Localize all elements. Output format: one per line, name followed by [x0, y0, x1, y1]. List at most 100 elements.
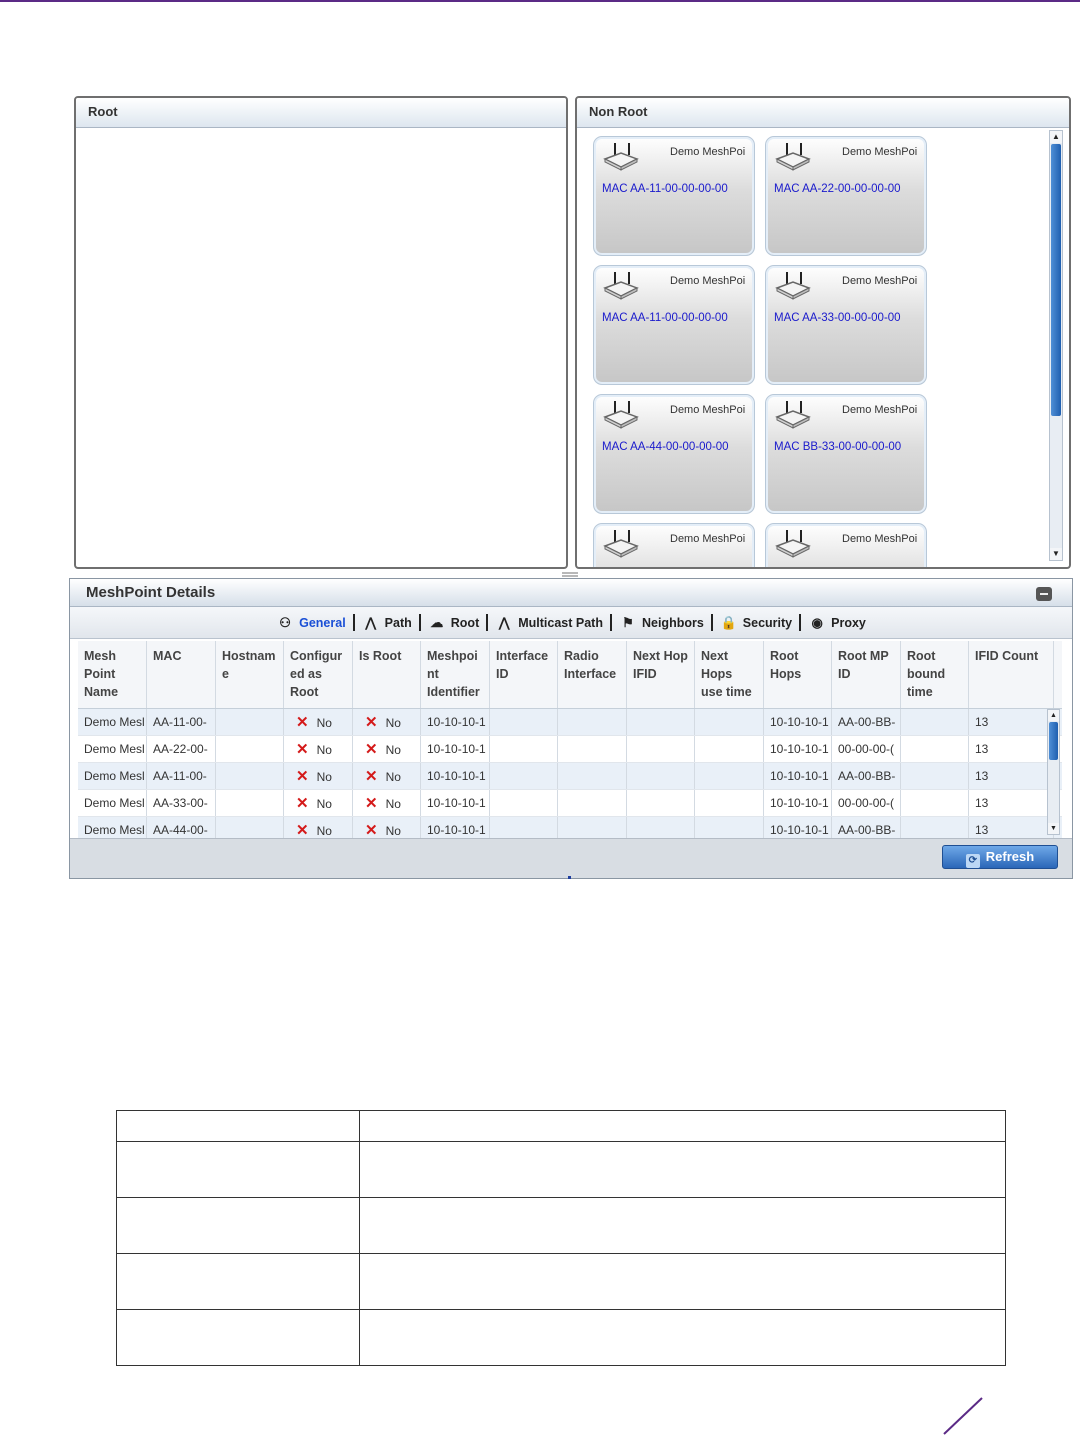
grid-scrollbar[interactable]: ▲ ▼ [1047, 709, 1060, 835]
table-cell: 10-10-10-1 [764, 790, 832, 816]
meshpoint-name: Demo MeshPoi [842, 275, 918, 287]
scroll-up-arrow-icon[interactable]: ▲ [1050, 131, 1062, 143]
table-row[interactable]: Demo Mesl AA-11-00- ✕ No ✕ No 10-10-10-1 10-10-… [78, 763, 1062, 790]
meshpoint-tile[interactable]: Demo MeshPoi [593, 523, 755, 567]
table-cell: 00-00-00-( [832, 736, 901, 762]
tab-general[interactable]: ⚇ General [271, 614, 351, 632]
x-mark-icon: ✕ [365, 741, 378, 758]
grid-scroll-up-icon[interactable]: ▲ [1048, 710, 1059, 721]
tab-label: Root [450, 615, 480, 630]
table-cell [359, 1309, 1006, 1366]
meshpoint-name: Demo MeshPoi [842, 146, 918, 158]
tab-label: General [299, 615, 346, 630]
table-cell [359, 1110, 1006, 1142]
meshpoint-tile[interactable]: Demo MeshPoi [765, 523, 927, 567]
root-icon: ☁ [430, 614, 444, 630]
tab-separator [799, 614, 802, 631]
table-cell [116, 1197, 360, 1254]
table-cell [558, 790, 627, 816]
tab-separator [418, 614, 421, 631]
tab-neighbors[interactable]: ⚑ Neighbors [614, 614, 709, 632]
refresh-button[interactable]: ⟳ Refresh [942, 845, 1058, 869]
x-mark-icon: ✕ [296, 768, 309, 785]
table-cell: ✕ No [284, 790, 353, 816]
column-header[interactable]: Radio Interface [558, 641, 627, 708]
minimize-button[interactable] [1036, 587, 1052, 601]
resize-grip[interactable] [562, 572, 578, 577]
tab-label: Multicast Path [518, 615, 603, 630]
meshpoint-tile[interactable]: Demo MeshPoi MAC AA-11-00-00-00-00 [593, 265, 755, 385]
table-cell: 10-10-10-1 [421, 763, 490, 789]
table-cell: Demo Mesl [78, 736, 147, 762]
column-header[interactable]: Hostnam e [216, 641, 284, 708]
column-header[interactable]: Next Hop IFID [627, 641, 695, 708]
tab-multicast-path[interactable]: ⋀ Multicast Path [490, 614, 608, 632]
column-header[interactable]: Root Hops [764, 641, 832, 708]
table-cell: Demo Mesl [78, 763, 147, 789]
table-row[interactable]: Demo Mesl AA-22-00- ✕ No ✕ No 10-10-10-1 10-10-… [78, 736, 1062, 763]
meshpoint-name: Demo MeshPoi [842, 404, 918, 416]
page-corner-slash-icon [943, 1397, 983, 1435]
bool-value: No [385, 824, 401, 838]
table-cell [901, 709, 969, 735]
tab-path[interactable]: ⋀ Path [357, 614, 417, 632]
tab-security[interactable]: 🔒 Security [715, 614, 797, 632]
bool-value: No [385, 770, 401, 784]
meshpoint-mac: MAC AA-44-00-00-00-00 [602, 441, 729, 453]
table-cell: 00-00-00-( [832, 790, 901, 816]
meshpoint-tile[interactable]: Demo MeshPoi MAC BB-33-00-00-00-00 [765, 394, 927, 514]
column-header[interactable]: Next Hops use time [695, 641, 764, 708]
meshpoint-name: Demo MeshPoi [670, 275, 746, 287]
table-cell [490, 709, 558, 735]
details-header: MeshPoint Details [70, 579, 1072, 607]
table-cell: AA-00-BB- [832, 763, 901, 789]
table-row[interactable]: Demo Mesl AA-11-00- ✕ No ✕ No 10-10-10-1 10-10-… [78, 709, 1062, 736]
table-cell: 13 [969, 763, 1054, 789]
document-table [116, 1110, 1006, 1366]
meshpoint-tile[interactable]: Demo MeshPoi MAC AA-11-00-00-00-00 [593, 136, 755, 256]
meshpoint-tile[interactable]: Demo MeshPoi MAC AA-22-00-00-00-00 [765, 136, 927, 256]
scroll-thumb[interactable] [1051, 144, 1061, 416]
multicast-icon: ⋀ [498, 614, 510, 630]
nonroot-scrollbar[interactable]: ▲ ▼ [1049, 130, 1063, 561]
tab-label: Security [742, 615, 793, 630]
meshpoint-mac: MAC BB-33-00-00-00-00 [774, 441, 902, 453]
table-row [116, 1309, 1006, 1366]
column-header[interactable]: Is Root [353, 641, 421, 708]
scroll-down-arrow-icon[interactable]: ▼ [1050, 548, 1062, 560]
meshpoint-tile[interactable]: Demo MeshPoi MAC AA-33-00-00-00-00 [765, 265, 927, 385]
meshpoint-tile[interactable]: Demo MeshPoi MAC AA-44-00-00-00-00 [593, 394, 755, 514]
refresh-icon: ⟳ [965, 854, 980, 868]
grid-scroll-thumb[interactable] [1049, 722, 1058, 760]
tab-root[interactable]: ☁ Root [423, 614, 484, 632]
column-header[interactable]: Mesh Point Name [78, 641, 147, 708]
column-header[interactable]: Interface ID [490, 641, 558, 708]
table-cell [627, 790, 695, 816]
grid-scroll-down-icon[interactable]: ▼ [1048, 823, 1059, 834]
meshpoint-name: Demo MeshPoi [670, 146, 746, 158]
column-header[interactable]: IFID Count [969, 641, 1054, 708]
table-cell [116, 1110, 360, 1142]
tab-label: Path [384, 615, 412, 630]
x-mark-icon: ✕ [296, 795, 309, 812]
bool-value: No [385, 716, 401, 730]
access-point-icon [603, 401, 639, 429]
column-header[interactable]: MAC [147, 641, 216, 708]
table-cell: 10-10-10-1 [421, 736, 490, 762]
column-header[interactable]: Meshpoi nt Identifier [421, 641, 490, 708]
column-header[interactable]: Root bound time [901, 641, 969, 708]
table-row[interactable]: Demo Mesl AA-33-00- ✕ No ✕ No 10-10-10-1 10-10-… [78, 790, 1062, 817]
meshpoint-name: Demo MeshPoi [842, 533, 918, 545]
bool-value: No [316, 797, 332, 811]
x-mark-icon: ✕ [296, 741, 309, 758]
column-header[interactable]: Configur ed as Root [284, 641, 353, 708]
table-cell: ✕ No [353, 736, 421, 762]
neighbors-icon: ⚑ [622, 614, 634, 630]
tab-separator [609, 614, 612, 631]
root-panel: Root [74, 96, 568, 569]
column-header[interactable]: Root MP ID [832, 641, 901, 708]
tab-proxy[interactable]: ◉ Proxy [803, 614, 871, 632]
table-cell [627, 736, 695, 762]
access-point-icon [603, 530, 639, 558]
tab-separator [352, 614, 355, 631]
